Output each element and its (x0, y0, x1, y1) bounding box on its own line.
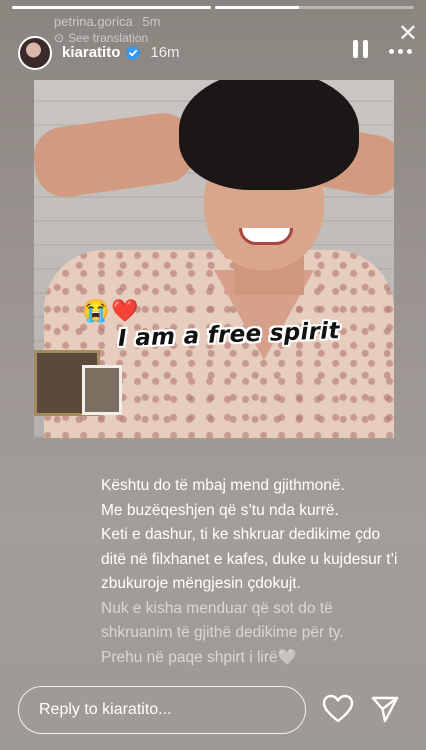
reply-input[interactable]: Reply to kiaratito... (18, 686, 306, 734)
story-viewer[interactable]: petrina.gorica 5m ⊙ See translation ✕ ki… (0, 0, 426, 750)
story-caption: Kështu do të mbaj mend gjithmonë. Me buz… (101, 474, 401, 670)
repost-header: petrina.gorica 5m ⊙ See translation (54, 14, 160, 46)
progress-fill (215, 6, 299, 9)
emoji-sticker: 😭 ❤️ (82, 298, 139, 324)
verified-badge-icon (126, 45, 141, 60)
progress-fill (12, 6, 211, 9)
pause-icon[interactable] (353, 40, 369, 62)
repost-time: 5m (142, 14, 161, 29)
avatar[interactable] (18, 36, 52, 70)
heart-icon[interactable] (322, 694, 354, 724)
caption-line: Kështu do të mbaj mend gjithmonë. (101, 477, 345, 494)
caption-line: Me buzëqeshjen që s’tu nda kurrë. (101, 501, 339, 519)
story-header: kiaratito 16m (62, 44, 180, 61)
story-controls (353, 40, 412, 62)
send-icon[interactable] (370, 694, 400, 724)
caption-line: Keti e dashur, ti ke shkruar dedikime çd… (101, 526, 398, 592)
caption-line: Nuk e kisha menduar që sot do të shkruan… (101, 599, 344, 642)
story-photo (34, 80, 394, 438)
crying-emoji: 😭 (82, 298, 110, 323)
reply-placeholder: Reply to kiaratito... (39, 701, 172, 718)
username[interactable]: kiaratito (62, 44, 120, 61)
progress-segment (215, 6, 414, 9)
repost-username: petrina.gorica (54, 14, 133, 29)
more-icon[interactable] (389, 48, 412, 54)
story-progress (12, 6, 414, 9)
heart-emoji: ❤️ (111, 298, 139, 323)
caption-line: Prehu në paqe shpirt i lirë🤍 (101, 648, 297, 666)
post-time: 16m (150, 44, 180, 61)
progress-segment (12, 6, 211, 9)
